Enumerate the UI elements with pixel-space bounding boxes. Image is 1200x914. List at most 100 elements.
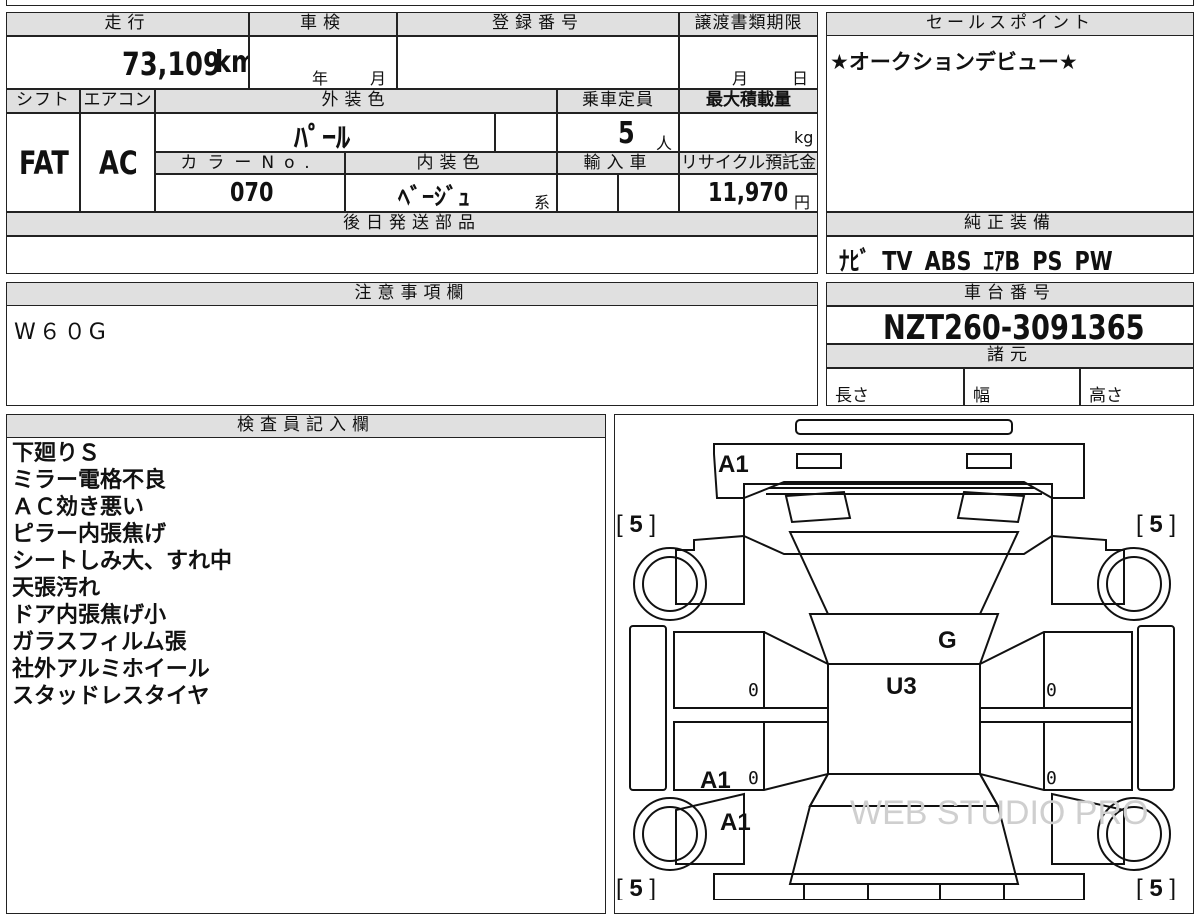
mileage-cell: 73,109 km [6, 36, 249, 89]
front-left-wheel-inner [642, 556, 698, 612]
front-left-wheel [633, 547, 707, 621]
tread-rear-left: 5 [629, 875, 642, 900]
specs-header: 諸元 [826, 344, 1194, 368]
max-load-cell: kg [679, 113, 818, 152]
front-right-wheel [1097, 547, 1171, 621]
tread-bracket-rr: [ 5 ] [1136, 875, 1176, 900]
shift-value: FAT [19, 144, 69, 182]
transfer-deadline-header: 譲渡書類期限 [679, 12, 818, 36]
mark-rear-left-fender: A1 [720, 809, 751, 836]
chassis-cell: NZT260-3091365 [826, 306, 1194, 344]
inspector-note: 天張汚れ [12, 576, 101, 601]
tread-front-left: 5 [629, 511, 642, 538]
specs-length-cell: 長さ [826, 368, 964, 406]
color-no-header: カラーNo. [155, 152, 345, 174]
inspection-month-unit: 月 [370, 69, 387, 88]
later-parts-header: 後日発送部品 [6, 212, 818, 236]
body-outline-right [1051, 534, 1125, 605]
door-zero: 0 [748, 680, 759, 701]
front-light-right [966, 453, 1012, 469]
front-right-wheel-inner [1106, 556, 1162, 612]
tread-bracket-fr: [ 5 ] [1136, 511, 1176, 538]
windshield [788, 531, 1020, 615]
color-no-value: 070 [230, 178, 274, 208]
exterior-color-cell: ﾊﾟｰﾙ [155, 113, 495, 152]
transfer-month-unit: 月 [732, 69, 749, 88]
registration-cell [397, 36, 679, 89]
inspector-note: スタッドレスタイヤ [12, 684, 210, 709]
inspector-note: 下廻りＳ [12, 441, 101, 466]
recycle-value: 11,970 [708, 178, 789, 208]
mark-windshield: G [938, 627, 957, 654]
inspector-notes: 下廻りＳ ミラー電格不良 ＡＣ効き悪い ピラー内張焦げ シートしみ大、すれ中 天… [12, 440, 232, 710]
grille-right [956, 490, 1026, 524]
import-cell-1 [557, 174, 618, 212]
right-fender-front [1137, 625, 1175, 791]
interior-color-value: ﾍﾞｰｼﾞｭ [398, 183, 470, 211]
front-bumper [713, 443, 1085, 499]
car-diagram: WEB STUDIO PRO A1 G U3 A1 A1 [ 5 ] [ 5 ]… [616, 419, 1176, 900]
transfer-day-unit: 日 [792, 69, 809, 88]
import-cell-2 [618, 174, 679, 212]
roof [808, 613, 1000, 807]
inspector-note: ガラスフィルム張 [12, 630, 187, 655]
later-parts-cell [6, 236, 818, 274]
inspection-year-unit: 年 [312, 69, 329, 88]
front-bumper-top [795, 419, 1013, 435]
specs-height-cell: 高さ [1080, 368, 1194, 406]
shift-cell: FAT [6, 113, 80, 212]
front-light-left [796, 453, 842, 469]
shift-header: シフト [6, 89, 80, 113]
genuine-equipment-header: 純正装備 [826, 212, 1194, 236]
recycle-cell: 11,970 円 [679, 174, 818, 212]
watermark: WEB STUDIO PRO [850, 794, 1148, 832]
door-zero: 0 [748, 768, 759, 789]
max-load-unit: kg [794, 128, 814, 147]
capacity-header: 乗車定員 [557, 89, 679, 113]
mark-roof: U3 [886, 673, 917, 700]
specs-length-label: 長さ [835, 386, 869, 406]
specs-width-label: 幅 [973, 386, 990, 406]
registration-header: 登録番号 [397, 12, 679, 36]
aircon-header: エアコン [80, 89, 155, 113]
mileage-value: 73,109 [122, 45, 221, 83]
rear-left-wheel [633, 797, 707, 871]
import-header: 輸入車 [557, 152, 679, 174]
left-fender-front [629, 625, 667, 791]
door-zero: 0 [1046, 680, 1057, 701]
hood-line [766, 487, 1042, 495]
chassis-header: 車台番号 [826, 282, 1194, 306]
inspector-note: ピラー内張焦げ [12, 522, 167, 547]
genuine-equipment-cell: ﾅﾋﾞ TV ABS ｴｱB PS PW [826, 236, 1194, 274]
inspector-header: 検査員記入欄 [6, 414, 606, 438]
inspection-cell: 年 月 [249, 36, 397, 89]
body-outline [675, 534, 745, 605]
rear-light-right [939, 883, 1005, 900]
specs-width-cell: 幅 [964, 368, 1080, 406]
aircon-cell: AC [80, 113, 155, 212]
door-divider [674, 707, 1133, 723]
inspection-header: 車検 [249, 12, 397, 36]
tread-bracket-fl: [ 5 ] [616, 511, 656, 538]
genuine-equipment-value: ﾅﾋﾞ TV ABS ｴｱB PS PW [839, 247, 1113, 274]
sales-point-box [826, 12, 1194, 212]
specs-height-label: 高さ [1089, 386, 1123, 406]
inspector-note: ミラー電格不良 [12, 468, 167, 493]
interior-color-suffix: 系 [534, 193, 551, 212]
inspector-note: 社外アルミホイール [12, 657, 210, 682]
inspector-note: ドア内張焦げ小 [12, 603, 167, 628]
door-zero: 0 [1046, 768, 1057, 789]
caution-header: 注意事項欄 [6, 282, 818, 306]
transfer-deadline-cell: 月 日 [679, 36, 818, 89]
color-no-cell: 070 [155, 174, 345, 212]
mark-front-bumper: A1 [718, 451, 749, 478]
recycle-unit: 円 [794, 193, 811, 212]
tread-front-right: 5 [1149, 511, 1162, 538]
rear-bumper [713, 873, 1085, 900]
exterior-color-header: 外装色 [155, 89, 557, 113]
mileage-header: 走行 [6, 12, 249, 36]
exterior-color-extra-cell [495, 113, 557, 152]
aircon-value: AC [99, 144, 138, 182]
sales-point-text: ★オークションデビュー★ [830, 50, 1078, 74]
tread-bracket-rl: [ 5 ] [616, 875, 656, 900]
